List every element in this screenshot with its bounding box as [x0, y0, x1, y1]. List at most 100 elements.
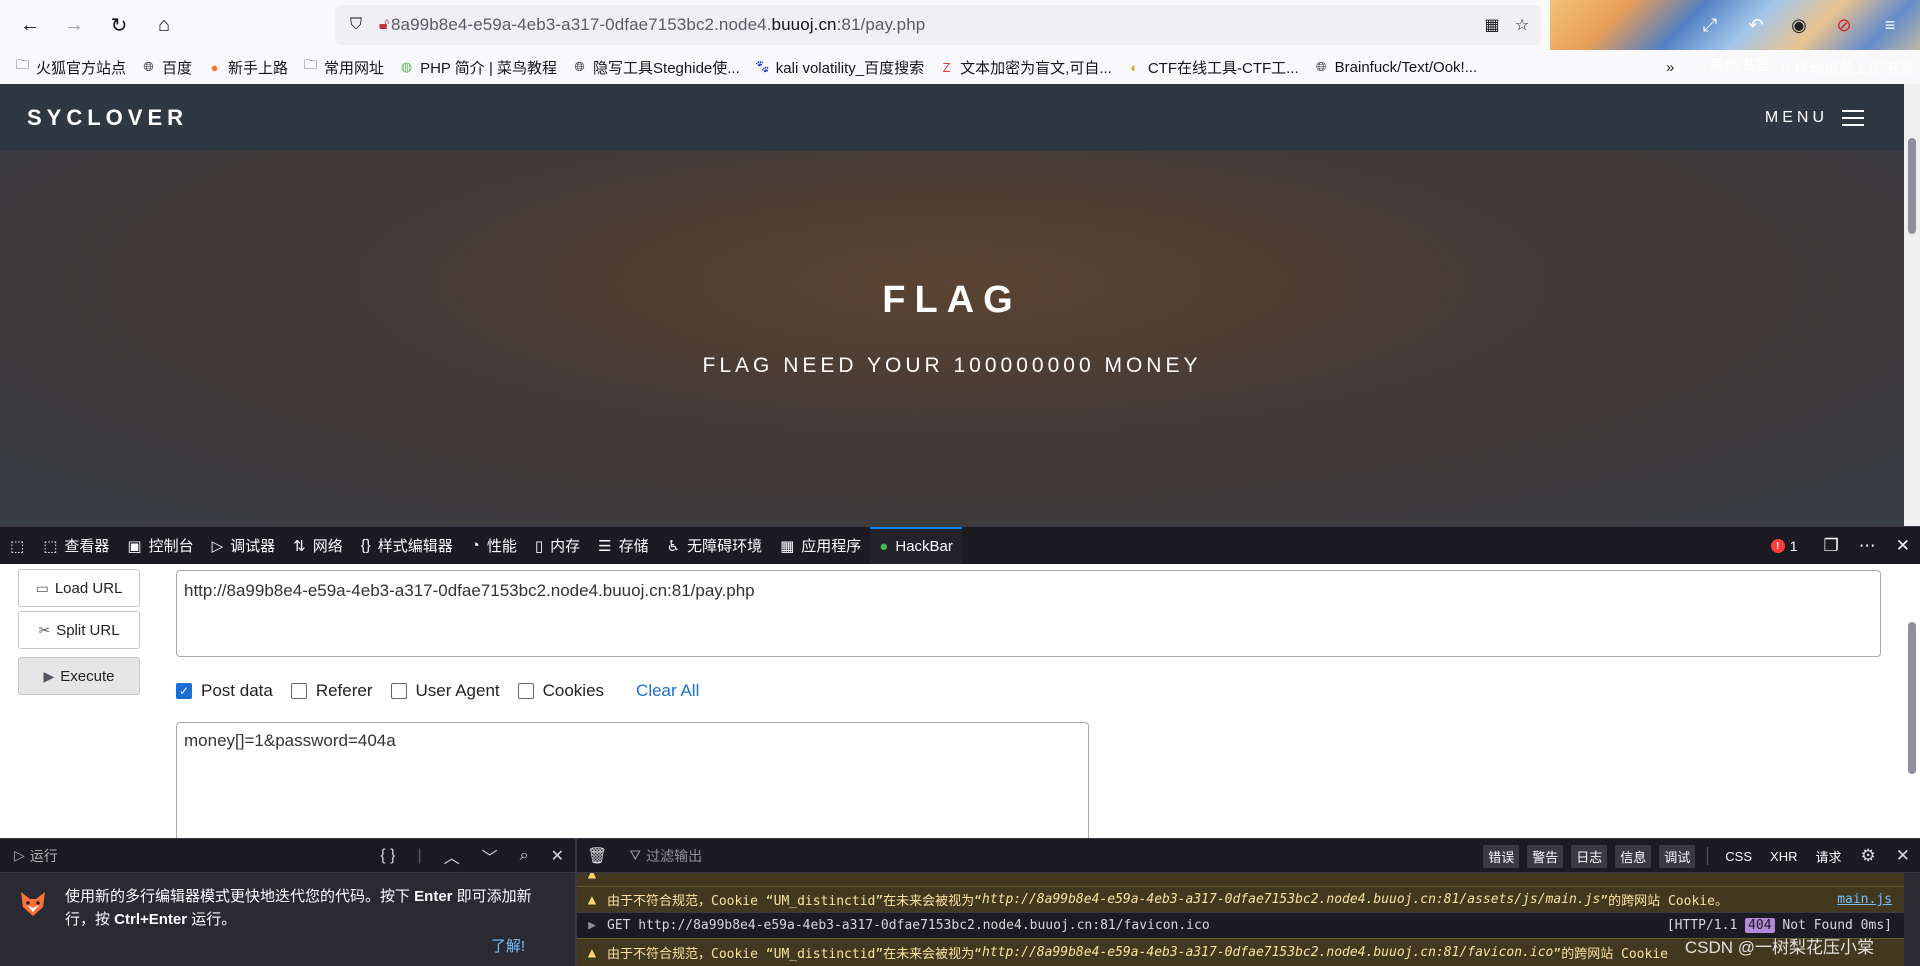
tab-hackbar[interactable]: ● HackBar [870, 526, 962, 565]
close-devtools-icon[interactable]: ✕ [1896, 536, 1910, 556]
log-entry: ▲ [577, 873, 1904, 886]
bookmark-item[interactable]: 🌐︎ 隐写工具Steghide使... [571, 57, 739, 78]
mobile-bookmarks[interactable]: ▯ 移动设备上的书签 [1782, 57, 1914, 78]
clear-all-link[interactable]: Clear All [636, 681, 699, 701]
tab-memory[interactable]: ▯ 内存 [526, 527, 589, 565]
tab-network[interactable]: ⇅ 网络 [284, 527, 352, 565]
page-scrollbar[interactable] [1904, 84, 1920, 526]
scrollbar-thumb[interactable] [1908, 138, 1916, 234]
learn-more-link[interactable]: 了解! [491, 935, 525, 956]
filter-toggle[interactable]: CSS [1720, 847, 1757, 866]
scrollbar-thumb[interactable] [1908, 622, 1916, 774]
checkbox[interactable] [290, 683, 307, 699]
execute-button[interactable]: ▶ Execute [18, 657, 140, 695]
history-up-icon[interactable]: ︿ [444, 844, 460, 868]
filter-toggle[interactable]: 信息 [1615, 844, 1652, 868]
warning-icon: ▲ [587, 873, 597, 882]
tab-performance[interactable]: ◔ 性能 [462, 527, 526, 565]
expand-arrow-icon[interactable]: ▶ [577, 918, 607, 933]
web-page: SYCLOVER MENU FLAG FLAG NEED YOUR 100000… [0, 84, 1904, 526]
private-mask-icon[interactable]: ◉ [1786, 12, 1812, 38]
option-referer[interactable]: Referer [290, 681, 373, 701]
home-button[interactable]: ⌂ [148, 9, 180, 41]
filter-toggle[interactable]: 错误 [1483, 844, 1520, 868]
pretty-print-button[interactable]: { } [380, 847, 395, 865]
tab-debugger[interactable]: ▷ 调试器 [203, 527, 285, 565]
checkbox[interactable] [517, 683, 534, 699]
app-menu-icon[interactable]: ≡ [1877, 12, 1903, 38]
split-url-button[interactable]: ✂ Split URL [18, 611, 140, 649]
bookmark-label: Brainfuck/Text/Ook!... [1334, 58, 1478, 76]
bookmark-item[interactable]: Z 文本加密为盲文,可自... [938, 57, 1112, 78]
log-message: 由于不符合规范，Cookie “UM_distinctid”在未来会被视为“ [607, 947, 983, 962]
filter-toggle[interactable]: 警告 [1527, 844, 1564, 868]
back-button[interactable]: ← [14, 9, 46, 41]
hackbar-url-input[interactable]: http://8a99b8e4-e59a-4eb3-a317-0dfae7153… [176, 570, 1881, 657]
bookmark-item[interactable]: 🗀 火狐官方站点 [14, 57, 126, 78]
other-bookmarks[interactable]: 🗀 其他书签 [1690, 54, 1769, 80]
shield-icon[interactable]: ⛉ [345, 14, 367, 36]
bookmark-label: 常用网址 [324, 59, 385, 77]
bookmark-label: kali volatility_百度搜索 [775, 59, 925, 77]
post-data-input[interactable]: money[]=1&password=404a [176, 722, 1089, 838]
bookmark-item[interactable]: ● 新手上路 [206, 57, 288, 78]
tab-console[interactable]: ▣ 控制台 [118, 527, 202, 565]
bookmark-item[interactable]: 🌐︎ 百度 [140, 57, 192, 78]
log-source-link[interactable]: main.js [1837, 892, 1892, 907]
browser-toolbar: ← → ↻ ⌂ ⛉ 🔓︎ 8a99b8e4-e59a-4eb3-a317-0df… [0, 0, 1920, 84]
forward-button[interactable]: → [58, 9, 90, 41]
tab-accessibility[interactable]: ♿︎ 无障碍环境 [658, 527, 771, 565]
hackbar-scrollbar[interactable] [1904, 564, 1920, 838]
filter-toggle[interactable]: 调试 [1659, 844, 1696, 868]
option-post-data[interactable]: ✓ Post data [176, 681, 273, 701]
more-options-icon[interactable]: ⋯ [1859, 536, 1876, 556]
load-url-button[interactable]: ▭ Load URL [18, 569, 140, 607]
search-icon[interactable]: ⌕ [520, 847, 529, 865]
option-cookies[interactable]: Cookies [517, 681, 605, 701]
close-editor-icon[interactable]: ✕ [551, 846, 564, 866]
filter-divider [1707, 847, 1709, 865]
bookmark-item[interactable]: 🐾︎ kali volatility_百度搜索 [754, 57, 924, 78]
run-button[interactable]: ▷ 运行 [14, 846, 58, 866]
bookmark-star-icon[interactable]: ☆ [1511, 14, 1533, 36]
url-bar[interactable]: ⛉ 🔓︎ 8a99b8e4-e59a-4eb3-a317-0dfae7153bc… [335, 5, 1541, 45]
history-down-icon[interactable]: ﹀ [482, 844, 498, 868]
bookmark-item[interactable]: ◐ CTF在线工具-CTF工... [1126, 57, 1298, 78]
filter-output-input[interactable]: ⛛ 过滤输出 [629, 846, 702, 866]
filter-toggle[interactable]: XHR [1765, 847, 1802, 866]
url-text[interactable]: 8a99b8e4-e59a-4eb3-a317-0dfae7153bc2.nod… [391, 15, 925, 35]
menu-button[interactable]: MENU [1765, 105, 1864, 131]
blocker-icon[interactable]: ⊘ [1831, 12, 1857, 38]
tab-style-editor[interactable]: {} 样式编辑器 [352, 527, 462, 565]
site-logo[interactable]: SYCLOVER [27, 105, 188, 131]
log-request: GET http://8a99b8e4-e59a-4eb3-a317-0dfae… [607, 918, 1210, 933]
reload-button[interactable]: ↻ [103, 9, 135, 41]
checkbox[interactable] [390, 683, 407, 699]
option-label: Cookies [542, 681, 605, 700]
screenshot-icon[interactable]: ⤢ [1697, 12, 1723, 38]
filter-toggle[interactable]: 日志 [1571, 844, 1608, 868]
option-label: Post data [201, 681, 273, 700]
element-picker-button[interactable]: ⬚ [0, 527, 34, 565]
console-panel: ▷ 运行 { } | ︿ ﹀ ⌕ ✕ 使用新的多行编辑器模式更快地迭代您的代码。按… [0, 838, 1920, 966]
undo-icon[interactable]: ↶ [1743, 12, 1769, 38]
qr-code-icon[interactable]: ▦ [1481, 14, 1503, 36]
dock-side-icon[interactable]: ❐ [1824, 536, 1839, 556]
bookmarks-overflow-button[interactable]: » [1666, 59, 1674, 76]
tab-storage[interactable]: ☰ 存储 [589, 527, 657, 565]
option-user-agent[interactable]: User Agent [390, 681, 500, 701]
bookmark-item[interactable]: 🌐︎ Brainfuck/Text/Ook!... [1313, 58, 1478, 76]
clear-console-icon[interactable]: 🗑︎ [587, 846, 607, 866]
close-console-icon[interactable]: ✕ [1896, 846, 1910, 866]
insecure-lock-icon[interactable]: 🔓︎ [373, 14, 395, 36]
checkbox[interactable]: ✓ [176, 683, 192, 699]
error-count-badge[interactable]: ! 1 [1770, 538, 1798, 554]
bookmark-item[interactable]: 🗀 常用网址 [302, 57, 384, 78]
globe-icon: 🌐︎ [574, 59, 585, 74]
bookmark-item[interactable]: ◍ PHP 简介 | 菜鸟教程 [398, 57, 557, 78]
tab-inspector[interactable]: ⬚ 查看器 [34, 527, 118, 565]
tab-application[interactable]: ▦ 应用程序 [771, 527, 870, 565]
console-scrollbar[interactable] [1904, 873, 1920, 966]
filter-toggle[interactable]: 请求 [1810, 845, 1846, 868]
console-settings-icon[interactable]: ⚙ [1861, 846, 1876, 866]
